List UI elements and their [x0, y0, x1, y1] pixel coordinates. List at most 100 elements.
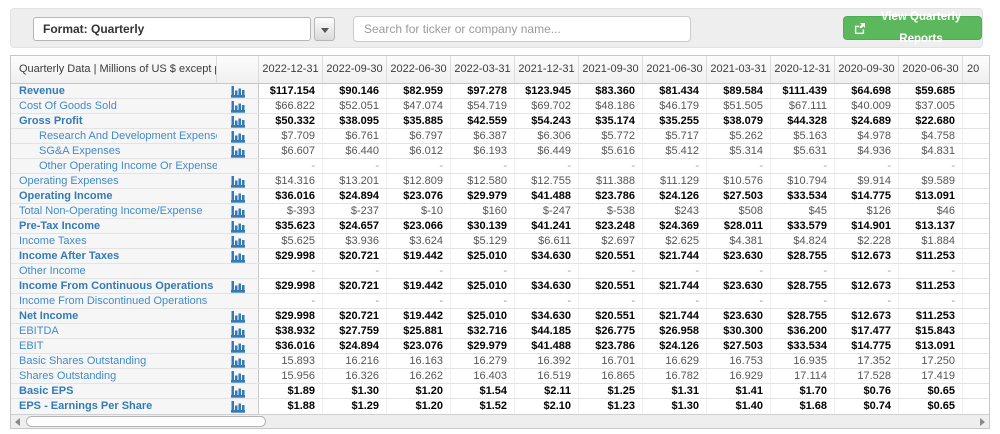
bar-chart-icon[interactable]: [231, 145, 245, 158]
value-cell: $11.253: [899, 309, 963, 323]
value-cell: $1.54: [451, 384, 515, 398]
format-select[interactable]: Format: Quarterly: [33, 17, 311, 41]
value-cell: -: [387, 159, 451, 173]
row-label[interactable]: Basic Shares Outstanding: [11, 354, 217, 368]
bar-chart-icon[interactable]: [231, 85, 245, 98]
icon-cell: [217, 309, 259, 323]
row-label[interactable]: Income From Discontinued Operations: [11, 294, 217, 308]
row-label[interactable]: Gross Profit: [11, 114, 217, 128]
value-cell: $11.253: [899, 249, 963, 263]
value-cell-partial: [963, 384, 989, 398]
value-cell: $13.091: [899, 339, 963, 353]
search-input[interactable]: [353, 16, 691, 42]
bar-chart-icon[interactable]: [231, 205, 245, 218]
horizontal-scrollbar[interactable]: [11, 414, 989, 428]
value-cell: $19.442: [387, 309, 451, 323]
bar-chart-icon[interactable]: [231, 355, 245, 368]
bar-chart-icon[interactable]: [231, 220, 245, 233]
value-cell-partial: [963, 114, 989, 128]
row-label[interactable]: Research And Development Expenses: [11, 129, 217, 143]
value-cell: $243: [643, 204, 707, 218]
value-cell: $59.685: [899, 84, 963, 98]
row-label[interactable]: Income After Taxes: [11, 249, 217, 263]
bar-chart-icon[interactable]: [231, 250, 245, 263]
bar-chart-icon[interactable]: [231, 280, 245, 293]
row-label[interactable]: Cost Of Goods Sold: [11, 99, 217, 113]
row-label[interactable]: Other Operating Income Or Expenses: [11, 159, 217, 173]
value-cell: -: [515, 264, 579, 278]
value-cell: $20.721: [323, 249, 387, 263]
row-label[interactable]: Other Income: [11, 264, 217, 278]
bar-chart-icon[interactable]: [231, 385, 245, 398]
value-cell: $4.978: [835, 129, 899, 143]
scroll-right-button[interactable]: [975, 415, 989, 428]
scroll-left-button[interactable]: [11, 415, 25, 428]
row-label[interactable]: Operating Income: [11, 189, 217, 203]
row-label[interactable]: Net Income: [11, 309, 217, 323]
value-cell: $38.079: [707, 114, 771, 128]
value-cell: $0.65: [899, 384, 963, 398]
row-label[interactable]: EBITDA: [11, 324, 217, 338]
bar-chart-icon[interactable]: [231, 130, 245, 143]
value-cell: 16.929: [707, 369, 771, 383]
bar-chart-icon[interactable]: [231, 400, 245, 413]
bar-chart-icon[interactable]: [231, 190, 245, 203]
value-cell: $24.369: [643, 219, 707, 233]
value-cell: $25.010: [451, 309, 515, 323]
row-label[interactable]: Total Non-Operating Income/Expense: [11, 204, 217, 218]
value-cell: $14.775: [835, 189, 899, 203]
value-cell: $27.503: [707, 339, 771, 353]
value-cell: $6.193: [451, 144, 515, 158]
value-cell: $2.228: [835, 234, 899, 248]
value-cell: $-393: [259, 204, 323, 218]
value-cell: $44.328: [771, 114, 835, 128]
bar-chart-icon[interactable]: [231, 370, 245, 383]
row-label[interactable]: Basic EPS: [11, 384, 217, 398]
value-cell: $123.945: [515, 84, 579, 98]
scrollbar-thumb[interactable]: [26, 416, 266, 427]
value-cell: -: [643, 159, 707, 173]
value-cell: $6.387: [451, 129, 515, 143]
icon-cell: [217, 219, 259, 233]
format-select-caret-button[interactable]: [314, 17, 335, 41]
value-cell: 16.403: [451, 369, 515, 383]
value-cell: $4.831: [899, 144, 963, 158]
value-cell: $41.488: [515, 189, 579, 203]
value-cell: $5.631: [771, 144, 835, 158]
bar-chart-icon[interactable]: [231, 325, 245, 338]
value-cell: $23.630: [707, 249, 771, 263]
value-cell: -: [515, 294, 579, 308]
value-cell-partial: [963, 144, 989, 158]
header-date-cell: 2021-06-30: [643, 56, 707, 83]
value-cell: $35.255: [643, 114, 707, 128]
value-cell: $90.146: [323, 84, 387, 98]
row-label[interactable]: Pre-Tax Income: [11, 219, 217, 233]
value-cell: $1.40: [707, 399, 771, 414]
value-cell: $23.248: [579, 219, 643, 233]
bar-chart-icon[interactable]: [231, 235, 245, 248]
value-cell-partial: [963, 129, 989, 143]
row-label[interactable]: Income Taxes: [11, 234, 217, 248]
row-label[interactable]: Shares Outstanding: [11, 369, 217, 383]
value-cell: $1.20: [387, 384, 451, 398]
row-label[interactable]: Operating Expenses: [11, 174, 217, 188]
bar-chart-icon[interactable]: [231, 100, 245, 113]
row-label[interactable]: Income From Continuous Operations: [11, 279, 217, 293]
value-cell: $36.200: [771, 324, 835, 338]
view-quarterly-reports-button[interactable]: View Quarterly Reports: [843, 16, 982, 40]
icon-cell: [217, 204, 259, 218]
row-label[interactable]: SG&A Expenses: [11, 144, 217, 158]
value-cell: $0.74: [835, 399, 899, 414]
bar-chart-icon[interactable]: [231, 310, 245, 323]
bar-chart-icon[interactable]: [231, 175, 245, 188]
value-cell: -: [579, 264, 643, 278]
bar-chart-icon[interactable]: [231, 115, 245, 128]
icon-cell: [217, 189, 259, 203]
row-label[interactable]: EPS - Earnings Per Share: [11, 399, 217, 414]
value-cell: $27.503: [707, 189, 771, 203]
bar-chart-icon[interactable]: [231, 340, 245, 353]
value-cell: $4.758: [899, 129, 963, 143]
value-cell: -: [771, 264, 835, 278]
row-label[interactable]: EBIT: [11, 339, 217, 353]
row-label[interactable]: Revenue: [11, 84, 217, 98]
